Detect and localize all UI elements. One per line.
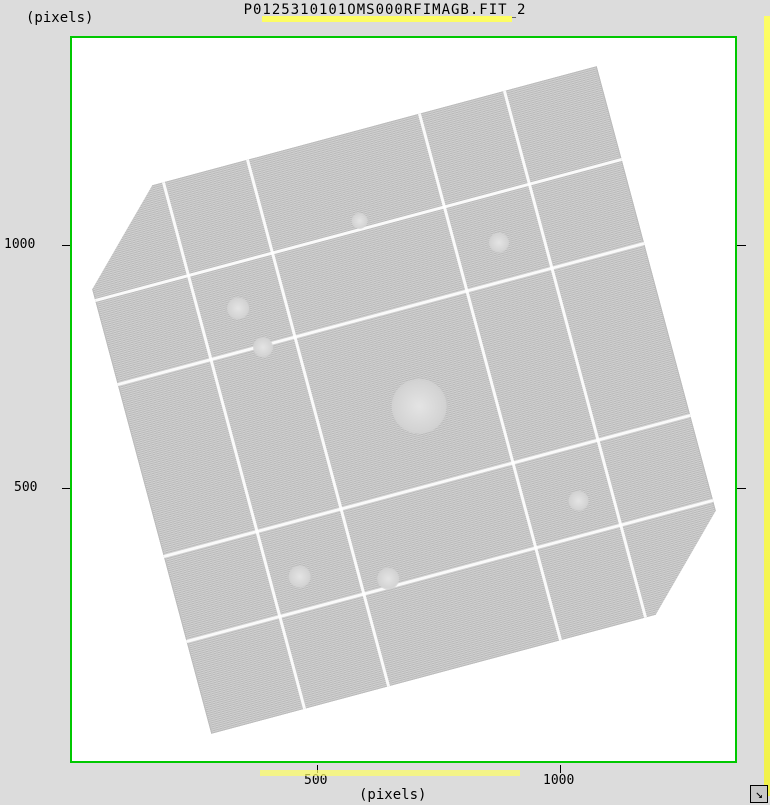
source-blob (385, 372, 452, 439)
detector-image (70, 66, 737, 733)
source-blob (566, 488, 590, 512)
render-artifact (764, 16, 770, 796)
y-tick-right (736, 245, 746, 246)
render-artifact (262, 16, 512, 22)
y-tick-label: 500 (14, 480, 37, 495)
image-viewport[interactable] (70, 36, 737, 763)
x-tick-label: 1000 (543, 773, 574, 788)
source-blob (286, 563, 313, 590)
y-axis-label: (pixels) (22, 10, 97, 26)
source-blob (224, 294, 251, 321)
x-tick (560, 765, 561, 773)
source-blob (486, 230, 510, 254)
source-blob (250, 334, 274, 358)
resize-handle-icon[interactable]: ↘ (750, 785, 768, 803)
x-axis-label: (pixels) (355, 787, 430, 803)
resize-icon: ↘ (755, 787, 763, 802)
y-tick-right (736, 488, 746, 489)
y-tick-label: 1000 (4, 237, 35, 252)
render-artifact (260, 770, 520, 776)
